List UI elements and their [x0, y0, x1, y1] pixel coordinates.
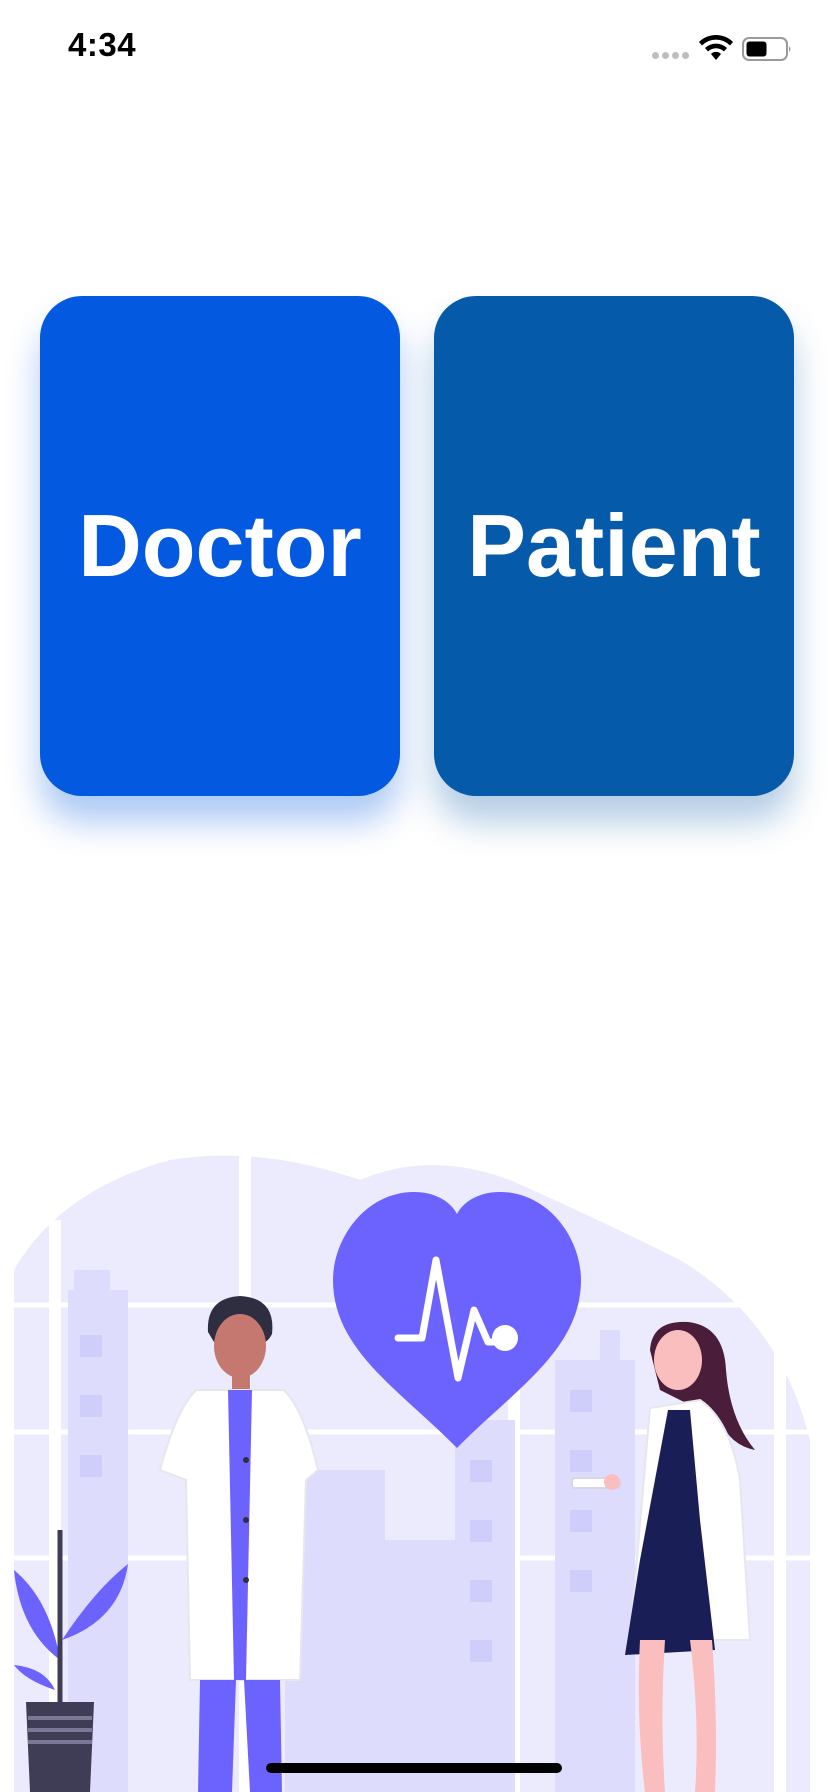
- home-indicator[interactable]: [266, 1763, 562, 1773]
- status-time: 4:34: [68, 26, 137, 63]
- status-bar: 4:34: [0, 0, 828, 100]
- patient-button-label: Patient: [467, 496, 761, 595]
- battery-icon: [742, 37, 791, 61]
- doctor-button-label: Doctor: [78, 496, 362, 595]
- patient-button[interactable]: Patient: [434, 296, 794, 796]
- doctor-button[interactable]: Doctor: [40, 296, 400, 796]
- wifi-icon: [699, 34, 733, 60]
- cellular-signal-icon: [652, 52, 689, 59]
- medical-illustration: [14, 1150, 810, 1792]
